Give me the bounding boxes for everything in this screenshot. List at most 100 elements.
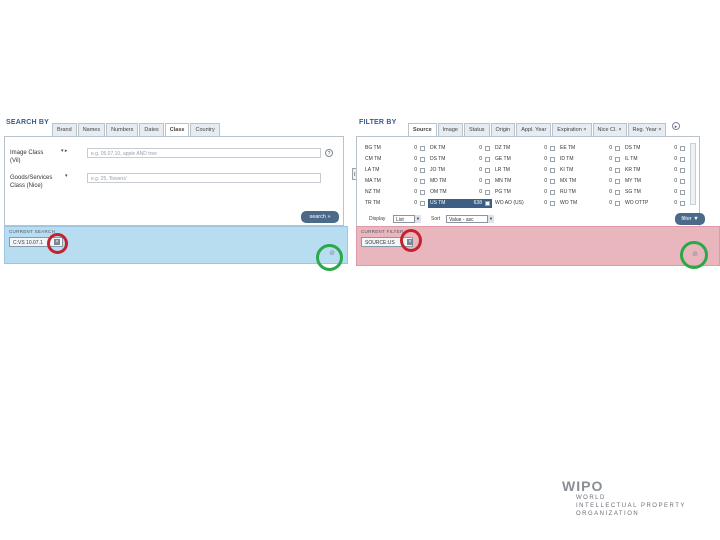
tab-brand[interactable]: Brand bbox=[52, 123, 77, 137]
source-checkbox[interactable] bbox=[420, 201, 425, 206]
source-name[interactable]: LA TM bbox=[365, 167, 379, 173]
wipo-logo-tagline: WORLD INTELLECTUAL PROPERTY ORGANIZATION bbox=[576, 494, 686, 518]
source-checkbox[interactable] bbox=[485, 179, 490, 184]
source-checkbox[interactable] bbox=[550, 157, 555, 162]
image-class-options-icon[interactable]: ▾ ▸ bbox=[61, 148, 67, 154]
tab-country[interactable]: Country bbox=[190, 123, 220, 137]
source-checkbox[interactable] bbox=[615, 179, 620, 184]
tab-numbers[interactable]: Numbers bbox=[106, 123, 139, 137]
source-name[interactable]: WO AO (US) bbox=[495, 200, 524, 206]
source-checkbox[interactable] bbox=[550, 168, 555, 173]
source-grid-scrollbar[interactable] bbox=[690, 143, 696, 205]
tab-appl-year[interactable]: Appl. Year bbox=[516, 123, 552, 137]
source-name[interactable]: DS TM bbox=[625, 145, 640, 151]
tab-dates[interactable]: Dates bbox=[139, 123, 164, 137]
source-name[interactable]: BG TM bbox=[365, 145, 381, 151]
chevron-down-icon[interactable]: ▼ bbox=[414, 215, 421, 223]
help-icon[interactable]: ? bbox=[325, 149, 333, 157]
search-button[interactable]: search » bbox=[301, 211, 339, 223]
tab-source[interactable]: Source bbox=[408, 123, 437, 137]
source-name[interactable]: DS TM bbox=[430, 156, 445, 162]
source-checkbox[interactable] bbox=[615, 157, 620, 162]
tab-class[interactable]: Class bbox=[164, 123, 190, 137]
tab-reg-year-close-icon[interactable]: × bbox=[658, 127, 661, 133]
tab-names[interactable]: Names bbox=[77, 123, 106, 137]
source-checkbox[interactable] bbox=[550, 190, 555, 195]
source-name[interactable]: DZ TM bbox=[495, 145, 510, 151]
wipo-logo-line3: ORGANIZATION bbox=[576, 511, 640, 517]
annotation-circle-clear-search bbox=[316, 244, 343, 271]
source-checkbox[interactable] bbox=[615, 146, 620, 151]
source-name[interactable]: RU TM bbox=[560, 189, 576, 195]
source-checkbox[interactable] bbox=[680, 179, 685, 184]
source-name[interactable]: TR TM bbox=[365, 200, 380, 206]
image-class-input[interactable]: e.g. 05.07.10, apple AND tree bbox=[87, 148, 321, 158]
source-count: 0 bbox=[479, 167, 482, 173]
source-checkbox[interactable] bbox=[550, 146, 555, 151]
goods-class-options-icon[interactable]: ▾ bbox=[65, 173, 68, 179]
source-count: 0 bbox=[414, 145, 417, 151]
source-checkbox[interactable] bbox=[485, 157, 490, 162]
source-name[interactable]: US TM bbox=[430, 200, 445, 206]
source-name[interactable]: IL TM bbox=[625, 156, 638, 162]
sort-select-value: Value - asc bbox=[449, 217, 474, 223]
source-name[interactable]: KR TM bbox=[625, 167, 640, 173]
source-checkbox[interactable] bbox=[680, 157, 685, 162]
source-name[interactable]: MA TM bbox=[365, 178, 381, 184]
source-checkbox[interactable] bbox=[615, 190, 620, 195]
goods-class-input[interactable]: e.g. 25, 'flowers' bbox=[87, 173, 321, 183]
source-checkbox[interactable] bbox=[420, 168, 425, 173]
tab-image[interactable]: Image bbox=[437, 123, 463, 137]
source-checkbox[interactable] bbox=[680, 168, 685, 173]
source-checkbox[interactable] bbox=[680, 146, 685, 151]
source-name[interactable]: MY TM bbox=[625, 178, 641, 184]
source-name[interactable]: DK TM bbox=[430, 145, 445, 151]
filter-button[interactable]: filter ▼ bbox=[675, 213, 705, 225]
source-name[interactable]: JO TM bbox=[430, 167, 445, 173]
tab-scroll-right-icon[interactable]: ▸ bbox=[672, 122, 680, 130]
source-name[interactable]: LR TM bbox=[495, 167, 510, 173]
source-name[interactable]: WO OTTP bbox=[625, 200, 648, 206]
source-checkbox[interactable] bbox=[550, 201, 555, 206]
source-checkbox[interactable] bbox=[550, 179, 555, 184]
source-checkbox[interactable] bbox=[420, 190, 425, 195]
source-checkbox[interactable] bbox=[420, 146, 425, 151]
source-name[interactable]: CM TM bbox=[365, 156, 381, 162]
tab-reg-year-label: Reg. Year bbox=[632, 127, 657, 133]
source-name[interactable]: WO TM bbox=[560, 200, 577, 206]
source-count: 0 bbox=[609, 145, 612, 151]
source-checkbox[interactable] bbox=[615, 168, 620, 173]
tab-expiration-close-icon[interactable]: × bbox=[583, 127, 586, 133]
source-checkbox[interactable] bbox=[485, 190, 490, 195]
source-name[interactable]: KI TM bbox=[560, 167, 573, 173]
source-checkbox[interactable] bbox=[680, 201, 685, 206]
source-name[interactable]: PG TM bbox=[495, 189, 511, 195]
source-name[interactable]: OM TM bbox=[430, 189, 447, 195]
source-name[interactable]: NZ TM bbox=[365, 189, 380, 195]
tab-origin[interactable]: Origin bbox=[490, 123, 516, 137]
tab-reg-year[interactable]: Reg. Year × bbox=[627, 123, 667, 137]
source-name[interactable]: GE TM bbox=[495, 156, 511, 162]
tab-nice-cl[interactable]: Nice Cl. × bbox=[592, 123, 627, 137]
source-name[interactable]: MD TM bbox=[430, 178, 446, 184]
source-count: 0 bbox=[609, 200, 612, 206]
tab-status[interactable]: Status bbox=[463, 123, 490, 137]
source-name[interactable]: MN TM bbox=[495, 178, 511, 184]
source-checkbox[interactable] bbox=[680, 190, 685, 195]
source-checkbox[interactable] bbox=[420, 157, 425, 162]
source-name[interactable]: SG TM bbox=[625, 189, 641, 195]
tab-expiration[interactable]: Expiration × bbox=[552, 123, 592, 137]
source-name[interactable]: MX TM bbox=[560, 178, 576, 184]
source-checkbox[interactable] bbox=[485, 168, 490, 173]
source-name[interactable]: ID TM bbox=[560, 156, 574, 162]
source-checkbox[interactable] bbox=[615, 201, 620, 206]
source-count: 0 bbox=[414, 200, 417, 206]
tab-nice-cl-close-icon[interactable]: × bbox=[618, 127, 621, 133]
source-name[interactable]: EE TM bbox=[560, 145, 575, 151]
source-checkbox[interactable] bbox=[485, 201, 490, 206]
source-count: 0 bbox=[674, 200, 677, 206]
source-checkbox[interactable] bbox=[420, 179, 425, 184]
chevron-down-icon[interactable]: ▼ bbox=[487, 215, 494, 223]
source-checkbox[interactable] bbox=[485, 146, 490, 151]
goods-class-label-text: Goods/Services bbox=[10, 175, 53, 181]
